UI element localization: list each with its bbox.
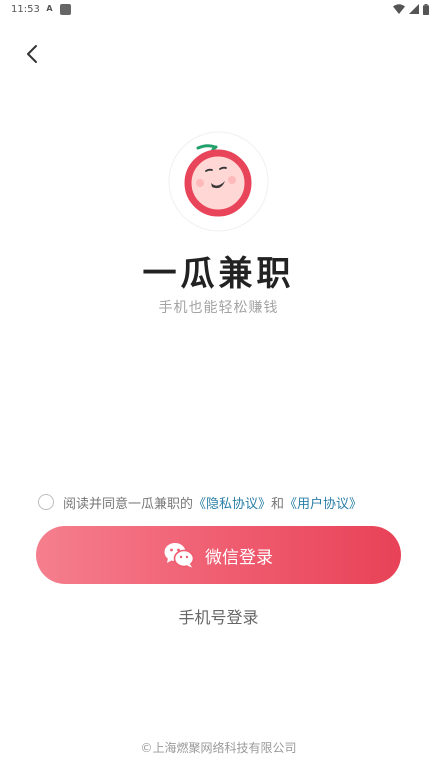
status-bar: 11:53 A (0, 0, 437, 20)
agree-checkbox[interactable] (38, 494, 54, 510)
phone-login-link[interactable]: 手机号登录 (178, 608, 258, 627)
battery-icon (423, 3, 429, 15)
agreement-prefix: 阅读并同意一瓜兼职的 (63, 496, 194, 512)
notification-app-icon (60, 4, 71, 15)
app-slogan: 手机也能轻松赚钱 (158, 300, 279, 316)
user-agreement-link[interactable]: 《用户协议》 (284, 493, 362, 512)
copyright-text: ©上海燃聚网络科技有限公司 (140, 741, 297, 755)
login-screen: 11:53 A 一瓜兼职 手机也能轻松赚钱 阅读并同意一瓜兼职的 《隐私协议》 … (0, 0, 437, 776)
smiling-fruit-logo-icon (168, 131, 269, 232)
wifi-icon (393, 4, 405, 14)
wechat-icon (164, 543, 194, 568)
agreement-row: 阅读并同意一瓜兼职的 《隐私协议》 和 《用户协议》 (38, 491, 362, 513)
wechat-login-button[interactable]: 微信登录 (36, 526, 401, 584)
cellular-signal-icon (409, 4, 419, 14)
chevron-left-icon (27, 45, 37, 63)
agreement-and: 和 (271, 496, 285, 512)
back-button[interactable] (18, 40, 46, 68)
status-icons (393, 3, 429, 15)
notification-a-icon: A (46, 4, 53, 13)
phone-login-row: 手机号登录 (0, 604, 437, 628)
wechat-login-label: 微信登录 (205, 547, 273, 568)
app-name: 一瓜兼职 (142, 254, 295, 294)
privacy-policy-link[interactable]: 《隐私协议》 (193, 493, 271, 512)
status-time: 11:53 (11, 4, 40, 15)
